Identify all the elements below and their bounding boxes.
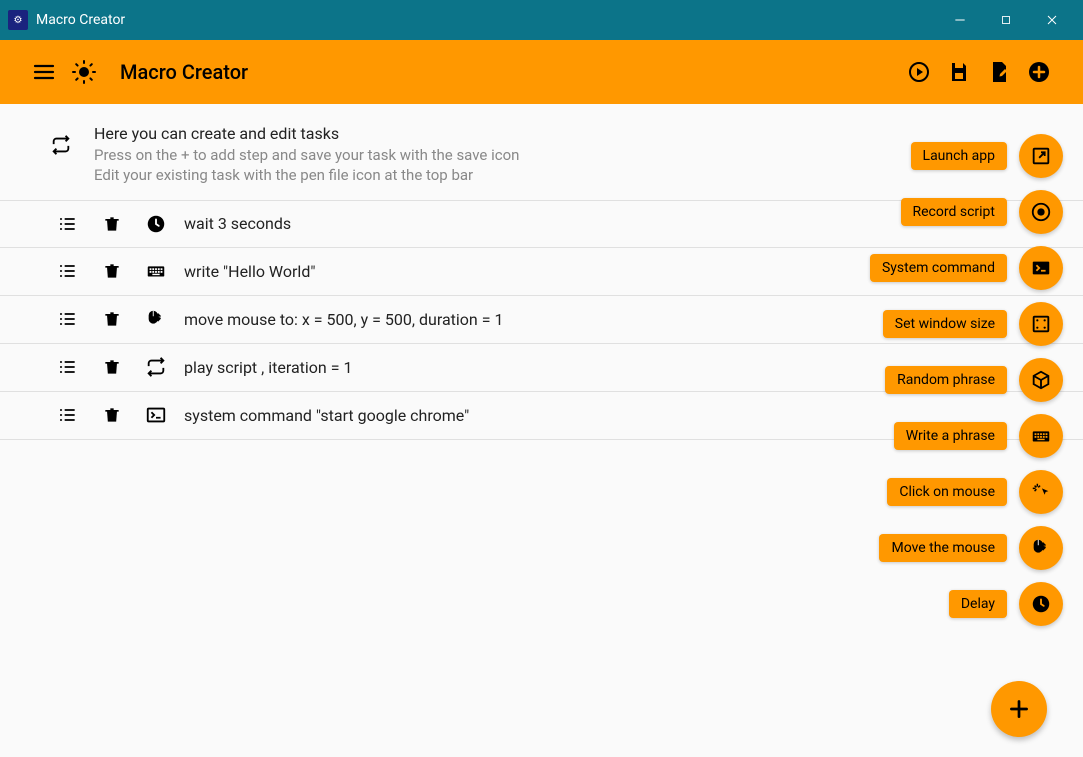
app-icon: ⚙	[8, 10, 28, 30]
action-chip[interactable]: Write a phrase	[894, 422, 1007, 450]
action-chip[interactable]: Set window size	[883, 310, 1007, 338]
step-text: system command "start google chrome"	[184, 406, 469, 425]
reorder-handle[interactable]	[46, 357, 90, 377]
step-text: write "Hello World"	[184, 262, 315, 281]
toolbar: Macro Creator	[0, 40, 1083, 104]
action-chip[interactable]: Click on mouse	[887, 478, 1007, 506]
titlebar: ⚙ Macro Creator	[0, 0, 1083, 40]
delete-step-button[interactable]	[90, 309, 134, 329]
minimize-button[interactable]	[937, 0, 983, 40]
action-row: Random phrase	[870, 358, 1063, 402]
action-row: Record script	[870, 190, 1063, 234]
action-row: Launch app	[870, 134, 1063, 178]
edit-file-button[interactable]	[979, 52, 1019, 92]
theme-toggle-button[interactable]	[64, 52, 104, 92]
actions-panel: Launch app Record script System command …	[870, 134, 1063, 626]
step-type-icon	[134, 404, 178, 426]
action-row: Move the mouse	[870, 526, 1063, 570]
step-text: wait 3 seconds	[184, 214, 291, 233]
action-fab[interactable]	[1019, 358, 1063, 402]
delete-step-button[interactable]	[90, 405, 134, 425]
menu-button[interactable]	[24, 52, 64, 92]
add-button[interactable]	[1019, 52, 1059, 92]
action-row: Click on mouse	[870, 470, 1063, 514]
repeat-icon	[50, 134, 72, 156]
action-fab[interactable]	[1019, 526, 1063, 570]
step-type-icon	[134, 213, 178, 235]
reorder-handle[interactable]	[46, 261, 90, 281]
action-chip[interactable]: Random phrase	[885, 366, 1007, 394]
save-button[interactable]	[939, 52, 979, 92]
play-button[interactable]	[899, 52, 939, 92]
delete-step-button[interactable]	[90, 357, 134, 377]
action-fab[interactable]	[1019, 414, 1063, 458]
action-chip[interactable]: Launch app	[911, 142, 1007, 170]
step-type-icon	[134, 308, 178, 330]
reorder-handle[interactable]	[46, 309, 90, 329]
action-chip[interactable]: System command	[870, 254, 1007, 282]
action-fab[interactable]	[1019, 134, 1063, 178]
toolbar-title: Macro Creator	[120, 60, 248, 84]
action-row: Delay	[870, 582, 1063, 626]
step-type-icon	[134, 356, 178, 378]
add-step-fab[interactable]	[991, 681, 1047, 737]
action-row: Set window size	[870, 302, 1063, 346]
action-chip[interactable]: Move the mouse	[879, 534, 1007, 562]
action-row: System command	[870, 246, 1063, 290]
step-type-icon	[134, 260, 178, 282]
action-fab[interactable]	[1019, 302, 1063, 346]
action-fab[interactable]	[1019, 470, 1063, 514]
action-fab[interactable]	[1019, 190, 1063, 234]
step-text: move mouse to: x = 500, y = 500, duratio…	[184, 310, 503, 329]
close-button[interactable]	[1029, 0, 1075, 40]
delete-step-button[interactable]	[90, 214, 134, 234]
maximize-button[interactable]	[983, 0, 1029, 40]
content-area: Here you can create and edit tasks Press…	[0, 104, 1083, 757]
action-fab[interactable]	[1019, 246, 1063, 290]
window-title: Macro Creator	[36, 12, 937, 28]
action-chip[interactable]: Delay	[949, 590, 1007, 618]
delete-step-button[interactable]	[90, 261, 134, 281]
action-chip[interactable]: Record script	[901, 198, 1008, 226]
reorder-handle[interactable]	[46, 405, 90, 425]
step-text: play script , iteration = 1	[184, 358, 352, 377]
action-row: Write a phrase	[870, 414, 1063, 458]
reorder-handle[interactable]	[46, 214, 90, 234]
action-fab[interactable]	[1019, 582, 1063, 626]
